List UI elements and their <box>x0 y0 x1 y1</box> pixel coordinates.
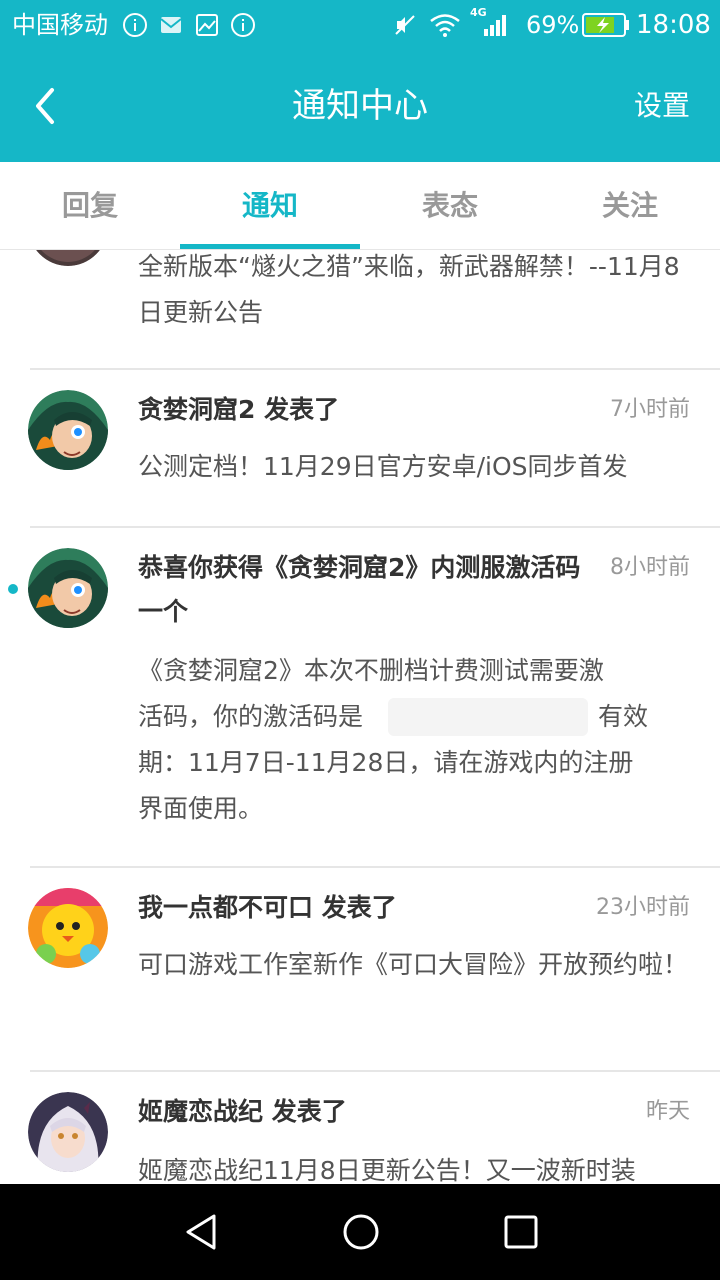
notification-time: 23小时前 <box>596 895 690 920</box>
notification-title: 我一点都不可口 发表了 <box>138 893 397 922</box>
unread-indicator <box>8 584 18 594</box>
tab-reactions[interactable]: 表态 <box>360 162 540 250</box>
notification-body: 全新版本“燧火之猎”来临，新武器解禁！--11月8日更新公告 <box>138 252 680 327</box>
wifi-icon <box>430 14 460 37</box>
tab-reply[interactable]: 回复 <box>0 162 180 250</box>
signal-icon <box>484 15 506 36</box>
active-tab-indicator <box>180 244 360 249</box>
mute-icon <box>395 15 415 35</box>
body-line: 界面使用。 <box>138 794 264 823</box>
notification-title: 恭喜你获得《贪婪洞窟2》内测服激活码一个 <box>138 553 581 626</box>
notification-body: 可口游戏工作室新作《可口大冒险》开放预约啦！ <box>138 950 689 979</box>
notification-title: 贪婪洞窟2 发表了 <box>138 395 340 424</box>
chick-avatar <box>28 888 108 968</box>
notification-list[interactable]: 全新版本“燧火之猎”来临，新武器解禁！--11月8日更新公告 贪婪洞窟2 发表了… <box>0 250 720 1184</box>
mail-icon <box>160 17 182 33</box>
page-title: 通知中心 <box>292 86 428 126</box>
carrier-name: 中国移动 <box>12 11 108 39</box>
body-line: 活码，你的激活码是 有效 <box>138 694 698 740</box>
body-line: 期：11月7日-11月28日，请在游戏内的注册 <box>138 748 634 777</box>
tab-follows[interactable]: 关注 <box>540 162 720 250</box>
home-circle-icon[interactable] <box>341 1212 381 1252</box>
status-bar: 中国移动 4G 69% 18:08 <box>0 0 720 50</box>
notification-body: 姬魔恋战纪11月8日更新公告！又一波新时装 <box>138 1156 636 1184</box>
list-item[interactable]: 全新版本“燧火之猎”来临，新武器解禁！--11月8日更新公告 <box>0 250 720 370</box>
partial-avatar <box>36 250 100 266</box>
body-line: 《贪婪洞窟2》本次不删档计费测试需要激 <box>138 656 604 685</box>
image-icon <box>196 14 218 36</box>
tab-notifications[interactable]: 通知 <box>180 162 360 250</box>
notification-time: 8小时前 <box>610 555 690 580</box>
greedy-cave-avatar <box>28 548 108 628</box>
tab-bar: 回复 通知 表态 关注 <box>0 162 720 250</box>
list-item[interactable]: 贪婪洞窟2 发表了 7小时前 公测定档！11月29日官方安卓/iOS同步首发 <box>0 370 720 528</box>
info-icon <box>123 13 147 37</box>
clock: 18:08 <box>636 10 711 40</box>
notification-body: 《贪婪洞窟2》本次不删档计费测试需要激 活码，你的激活码是 有效 期：11月7日… <box>138 648 698 832</box>
list-item[interactable]: 姬魔恋战纪 发表了 昨天 姬魔恋战纪11月8日更新公告！又一波新时装 <box>0 1072 720 1184</box>
list-item[interactable]: 恭喜你获得《贪婪洞窟2》内测服激活码一个 8小时前 《贪婪洞窟2》本次不删档计费… <box>0 528 720 868</box>
battery-icon <box>582 13 629 37</box>
notification-body: 公测定档！11月29日官方安卓/iOS同步首发 <box>138 452 628 481</box>
list-item[interactable]: 我一点都不可口 发表了 23小时前 可口游戏工作室新作《可口大冒险》开放预约啦！ <box>0 868 720 1072</box>
recents-square-icon[interactable] <box>501 1212 541 1252</box>
anime-girl-avatar <box>28 1092 108 1172</box>
body-text: 活码，你的激活码是 <box>138 702 364 731</box>
body-text: 有效 <box>598 702 649 731</box>
info-icon-2 <box>231 13 255 37</box>
notification-time: 7小时前 <box>610 397 690 422</box>
redacted-code-mask <box>388 698 588 736</box>
settings-button[interactable]: 设置 <box>634 86 690 126</box>
back-triangle-icon[interactable] <box>182 1212 222 1252</box>
greedy-cave-avatar <box>28 390 108 470</box>
notification-title: 姬魔恋战纪 发表了 <box>138 1097 347 1126</box>
notification-time: 昨天 <box>645 1099 690 1124</box>
battery-percent: 69% <box>526 11 580 39</box>
app-header: 通知中心 设置 <box>0 50 720 162</box>
system-nav-bar <box>0 1184 720 1280</box>
